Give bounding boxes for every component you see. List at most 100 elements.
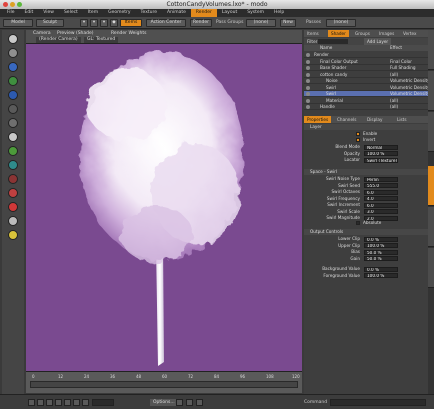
brick-preset-icon[interactable] <box>8 188 18 198</box>
blue-material-icon[interactable] <box>8 62 18 72</box>
go-start-icon[interactable] <box>28 399 35 406</box>
shader-tab-vertex[interactable]: Vertex <box>400 30 419 37</box>
shader-tree-row[interactable]: Final Color Output Final Color <box>304 59 430 65</box>
action-center-dropdown[interactable]: Action Center <box>146 19 186 27</box>
menu-layout[interactable]: Layout <box>217 9 242 17</box>
visibility-eye-icon[interactable] <box>306 98 310 103</box>
menu-render[interactable]: Render <box>190 9 217 17</box>
property-value-field[interactable]: 100.0 % <box>364 273 398 278</box>
visibility-eye-icon[interactable] <box>306 105 310 109</box>
mode-tab-model[interactable]: Model <box>3 19 33 27</box>
property-value-field[interactable]: 50.0 % <box>364 249 398 255</box>
property-value-field[interactable]: 6.0 <box>364 202 398 208</box>
white-preset-icon[interactable] <box>8 132 18 142</box>
new-pass-button[interactable]: New <box>280 19 296 27</box>
shader-tab-groups[interactable]: Groups <box>352 30 373 37</box>
prev-key-icon[interactable] <box>37 399 44 406</box>
green-material-icon[interactable] <box>8 76 18 86</box>
visibility-eye-icon[interactable] <box>306 66 310 70</box>
red-preset-icon[interactable] <box>8 174 18 184</box>
swirl-section-header[interactable]: Space - Swirl <box>304 169 430 175</box>
auto-key-icon[interactable] <box>196 399 203 406</box>
edge-select-icon[interactable]: ▾ <box>90 19 98 27</box>
add-layer-button[interactable]: Add Layer <box>364 38 392 45</box>
key-icon[interactable] <box>176 399 183 406</box>
teal-preset-icon[interactable] <box>8 160 18 170</box>
property-value-field[interactable]: 100.0 % <box>364 243 398 248</box>
property-value-field[interactable]: 50.0 % <box>364 256 398 261</box>
timeline-scrubber[interactable] <box>30 381 298 388</box>
property-value-field[interactable]: 100.0 % <box>364 151 398 156</box>
mode-tab-sculpt[interactable]: Sculpt <box>36 19 64 27</box>
red-material-icon[interactable] <box>8 202 18 212</box>
output-section-header[interactable]: Output Controls <box>304 229 430 235</box>
camera-select-dropdown[interactable]: (Render Camera) <box>36 37 81 43</box>
visibility-eye-icon[interactable] <box>306 72 310 77</box>
shader-tree-row[interactable]: Swirl Volumetric Density <box>304 91 430 97</box>
menu-file[interactable]: File <box>2 9 20 17</box>
property-value-field[interactable]: Perlin <box>364 176 398 182</box>
shader-tree-row[interactable]: Swirl Volumetric Density <box>304 85 430 91</box>
menu-texture[interactable]: Texture <box>136 9 162 17</box>
absolute-checkbox[interactable] <box>356 221 360 225</box>
property-value-field[interactable]: 555.0 <box>364 183 398 188</box>
side-tab-2[interactable] <box>428 71 434 111</box>
menu-select[interactable]: Select <box>59 9 83 17</box>
visibility-eye-icon[interactable] <box>306 92 310 96</box>
visibility-eye-icon[interactable] <box>306 79 310 83</box>
prop-tab-lists[interactable]: Lists <box>394 116 410 123</box>
prop-tab-channels[interactable]: Channels <box>334 116 359 123</box>
property-value-field[interactable]: Swirl (Texture) (5) <box>364 157 398 163</box>
property-value-field[interactable]: 0.0 % <box>364 266 398 272</box>
blue-preset-icon[interactable] <box>8 90 18 100</box>
render-button[interactable]: Render <box>190 19 212 27</box>
shader-tree-row[interactable]: Handle (all) <box>304 104 430 110</box>
command-input[interactable] <box>330 399 426 406</box>
cube-tool-icon[interactable] <box>8 48 18 58</box>
side-tab-5[interactable] <box>428 207 434 247</box>
key-delete-icon[interactable] <box>186 399 193 406</box>
shader-tab-images[interactable]: Images <box>376 30 397 37</box>
prop-tab-display[interactable]: Display <box>364 116 385 123</box>
vertex-select-icon[interactable]: ▾ <box>80 19 88 27</box>
next-key-icon[interactable] <box>73 399 80 406</box>
items-mode-button[interactable]: Items <box>120 19 142 27</box>
pass-groups-dropdown[interactable]: (none) <box>246 19 276 27</box>
shader-tab-shader[interactable]: Shader <box>328 30 349 37</box>
invert-checkbox[interactable] <box>356 138 360 142</box>
property-value-field[interactable]: 4.0 <box>364 196 398 201</box>
passes-dropdown[interactable]: (none) <box>326 19 356 27</box>
go-end-icon[interactable] <box>82 399 89 406</box>
layer-section-header[interactable]: Layer <box>304 124 430 130</box>
shader-tree-row[interactable]: cotton candy (all) <box>304 72 430 78</box>
options-button[interactable]: Options... <box>150 399 178 406</box>
minimize-window-icon[interactable] <box>10 2 15 7</box>
side-tab-3[interactable] <box>428 112 434 152</box>
grey-preset-icon[interactable] <box>8 104 18 114</box>
menu-animate[interactable]: Animate <box>162 9 191 17</box>
polygon-select-icon[interactable]: ▾ <box>100 19 108 27</box>
visibility-eye-icon[interactable] <box>306 53 310 57</box>
menu-view[interactable]: View <box>38 9 59 17</box>
menu-system[interactable]: System <box>242 9 269 17</box>
visibility-eye-icon[interactable] <box>306 85 310 90</box>
shader-tree-row[interactable]: Material (all) <box>304 98 430 104</box>
yellow-preset-icon[interactable] <box>8 230 18 240</box>
dark-preset-icon[interactable] <box>8 118 18 128</box>
property-value-field[interactable]: 3.0 <box>364 209 398 214</box>
prop-tab-properties[interactable]: Properties <box>304 116 332 123</box>
col-effect-header[interactable]: Effect <box>390 45 402 51</box>
green-preset-icon[interactable] <box>8 146 18 156</box>
sphere-tool-icon[interactable] <box>8 34 18 44</box>
shader-tree-row[interactable]: Render <box>304 52 430 58</box>
visibility-eye-icon[interactable] <box>306 59 310 64</box>
timeline[interactable]: 0 12 24 36 48 60 72 84 96 108 120 <box>26 371 302 393</box>
zoom-window-icon[interactable] <box>17 2 22 7</box>
property-value-field[interactable]: 0.0 % <box>364 236 398 242</box>
play-icon[interactable] <box>55 399 62 406</box>
step-forward-icon[interactable] <box>64 399 71 406</box>
close-window-icon[interactable] <box>3 2 8 7</box>
enable-checkbox[interactable] <box>356 132 360 136</box>
shading-mode-dropdown[interactable]: GL: Textured <box>84 37 119 43</box>
side-tab-4[interactable] <box>428 166 434 206</box>
